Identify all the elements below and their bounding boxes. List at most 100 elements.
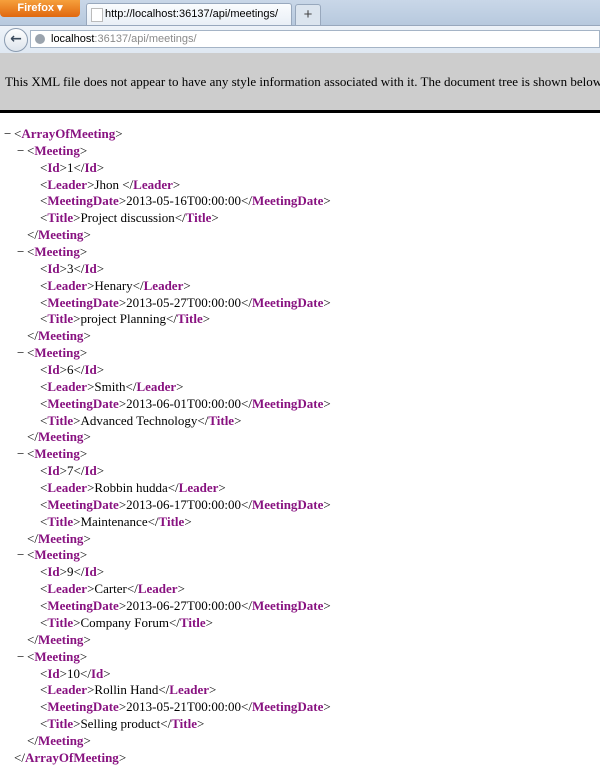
tag-name: Id — [47, 463, 60, 479]
xml-line: <MeetingDate>2013-06-27T00:00:00</Meetin… — [40, 598, 331, 614]
xml-line: − <Meeting> — [17, 244, 88, 261]
collapse-toggle[interactable]: − — [4, 126, 11, 143]
tag-name: MeetingDate — [47, 598, 119, 614]
xml-line: </Meeting> — [27, 227, 91, 243]
field-value: 2013-05-21T00:00:00 — [126, 699, 241, 715]
tag-name: Leader — [133, 176, 173, 192]
tag-name: Id — [47, 362, 60, 378]
tag-name: Id — [84, 362, 97, 378]
tag-name: Leader — [143, 277, 184, 293]
collapse-toggle[interactable]: − — [17, 143, 24, 160]
tag-name: Meeting — [34, 648, 80, 664]
xml-style-notice: This XML file does not appear to have an… — [0, 53, 600, 113]
back-arrow-icon[interactable]: ← — [4, 28, 28, 52]
tag-name: Title — [176, 311, 203, 327]
globe-icon — [35, 34, 45, 44]
new-tab-button[interactable]: + — [295, 4, 321, 26]
collapse-toggle[interactable]: − — [17, 244, 24, 261]
tag-name: Id — [47, 260, 60, 276]
nav-bar: ← localhost:36137/api/meetings/ — [0, 25, 600, 53]
xml-line: <MeetingDate>2013-05-16T00:00:00</Meetin… — [40, 193, 331, 209]
tag-name: MeetingDate — [47, 193, 119, 209]
tag-name: Meeting — [37, 429, 84, 445]
xml-line: <Title>Company Forum</Title> — [40, 614, 213, 630]
xml-line: <Id>10</Id> — [40, 665, 111, 681]
firefox-menu-button[interactable]: Firefox ▾ — [0, 0, 80, 17]
field-value: 2013-06-17T00:00:00 — [126, 496, 241, 512]
xml-line: </Meeting> — [27, 631, 91, 647]
tag-name: ArrayOfMeeting — [21, 126, 116, 141]
tag-name: MeetingDate — [47, 699, 119, 715]
collapse-toggle[interactable]: − — [17, 446, 24, 463]
field-value: 7 — [66, 463, 74, 479]
tag-name: Id — [84, 564, 97, 580]
tag-name: MeetingDate — [251, 598, 324, 614]
field-value: Henary — [94, 277, 133, 293]
tag-name: Title — [47, 311, 74, 327]
field-value: Jhon — [94, 176, 123, 192]
tag-name: Id — [47, 564, 60, 580]
xml-line: <Title>Advanced Technology</Title> — [40, 412, 242, 428]
tag-name: Meeting — [34, 446, 80, 462]
tag-name: Meeting — [34, 244, 80, 260]
tag-name: Id — [47, 665, 60, 681]
tag-name: Leader — [47, 277, 88, 293]
field-value: 2013-05-27T00:00:00 — [126, 294, 241, 310]
field-value: Rollin Hand — [94, 682, 159, 698]
field-value: project Planning — [80, 311, 167, 327]
tag-name: MeetingDate — [47, 395, 119, 411]
tag-name: Title — [47, 210, 74, 226]
tag-name: Title — [171, 716, 197, 732]
xml-line: <Leader>Henary</Leader> — [40, 277, 191, 293]
field-value: 2013-06-27T00:00:00 — [126, 598, 241, 614]
xml-line: − <Meeting> — [17, 547, 88, 564]
tag-name: Title — [47, 614, 74, 630]
tag-name: MeetingDate — [251, 496, 324, 512]
xml-line: <Leader>Smith</Leader> — [40, 378, 184, 394]
tag-name: Id — [47, 159, 60, 175]
tag-name: Leader — [47, 682, 88, 698]
field-value: 2013-05-16T00:00:00 — [126, 193, 241, 209]
xml-line: <Title>Maintenance</Title> — [40, 513, 192, 529]
tab-bar: Firefox ▾ http://localhost:36137/api/mee… — [0, 0, 600, 26]
tab-meetings[interactable]: http://localhost:36137/api/meetings/ — [86, 3, 292, 25]
field-value: Company Forum — [80, 614, 169, 630]
field-value: Advanced Technology — [80, 412, 198, 428]
xml-line: <Id>3</Id> — [40, 260, 105, 276]
xml-line: − <Meeting> — [17, 446, 88, 463]
xml-line: − <Meeting> — [17, 142, 88, 160]
field-value: Carter — [94, 581, 127, 597]
tag-name: Leader — [137, 581, 178, 597]
tag-name: Title — [47, 412, 74, 428]
xml-line: <Id>7</Id> — [40, 463, 105, 479]
field-value: 1 — [66, 159, 74, 175]
xml-line: </Meeting> — [27, 429, 91, 445]
collapse-toggle[interactable]: − — [17, 345, 24, 362]
xml-line: <Leader>Rollin Hand</Leader> — [40, 682, 217, 698]
xml-line: <MeetingDate>2013-05-21T00:00:00</Meetin… — [40, 699, 331, 715]
collapse-toggle[interactable]: − — [17, 547, 24, 564]
tag-name: Id — [90, 665, 104, 681]
xml-line: − <Meeting> — [17, 345, 88, 362]
tag-name: ArrayOfMeeting — [24, 749, 119, 765]
tag-name: MeetingDate — [251, 193, 324, 209]
tab-title: http://localhost:36137/api/meetings/ — [105, 8, 279, 20]
xml-line: <MeetingDate>2013-06-01T00:00:00</Meetin… — [40, 395, 331, 411]
tag-name: Leader — [47, 378, 88, 394]
tag-name: Meeting — [37, 631, 84, 647]
xml-line: − <Meeting> — [17, 648, 88, 666]
tag-name: MeetingDate — [251, 395, 324, 411]
tag-name: Id — [84, 159, 97, 175]
xml-line: <Title>Selling product</Title> — [40, 716, 205, 732]
xml-line: </Meeting> — [27, 732, 91, 748]
field-value: Maintenance — [80, 513, 148, 529]
collapse-toggle[interactable]: − — [17, 649, 24, 666]
tag-name: Meeting — [37, 530, 84, 546]
tag-name: MeetingDate — [47, 294, 119, 310]
url-bar[interactable]: localhost:36137/api/meetings/ — [30, 30, 600, 48]
tag-name: Meeting — [34, 547, 80, 563]
url-host: localhost — [51, 33, 95, 45]
xml-line: <Title>project Planning</Title> — [40, 311, 211, 327]
tag-name: Leader — [178, 480, 219, 496]
page-icon — [91, 8, 103, 22]
